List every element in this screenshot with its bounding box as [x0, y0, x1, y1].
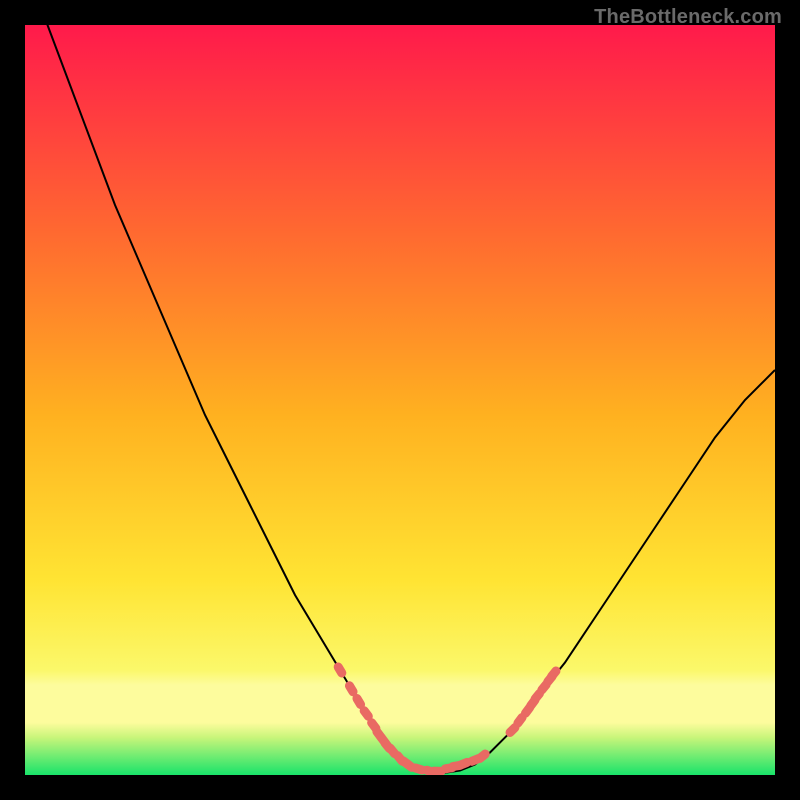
plot-area	[25, 25, 775, 775]
watermark-text: TheBottleneck.com	[594, 6, 782, 29]
chart-svg	[25, 25, 775, 775]
chart-stage: TheBottleneck.com	[0, 0, 800, 800]
gradient-background	[25, 25, 775, 775]
